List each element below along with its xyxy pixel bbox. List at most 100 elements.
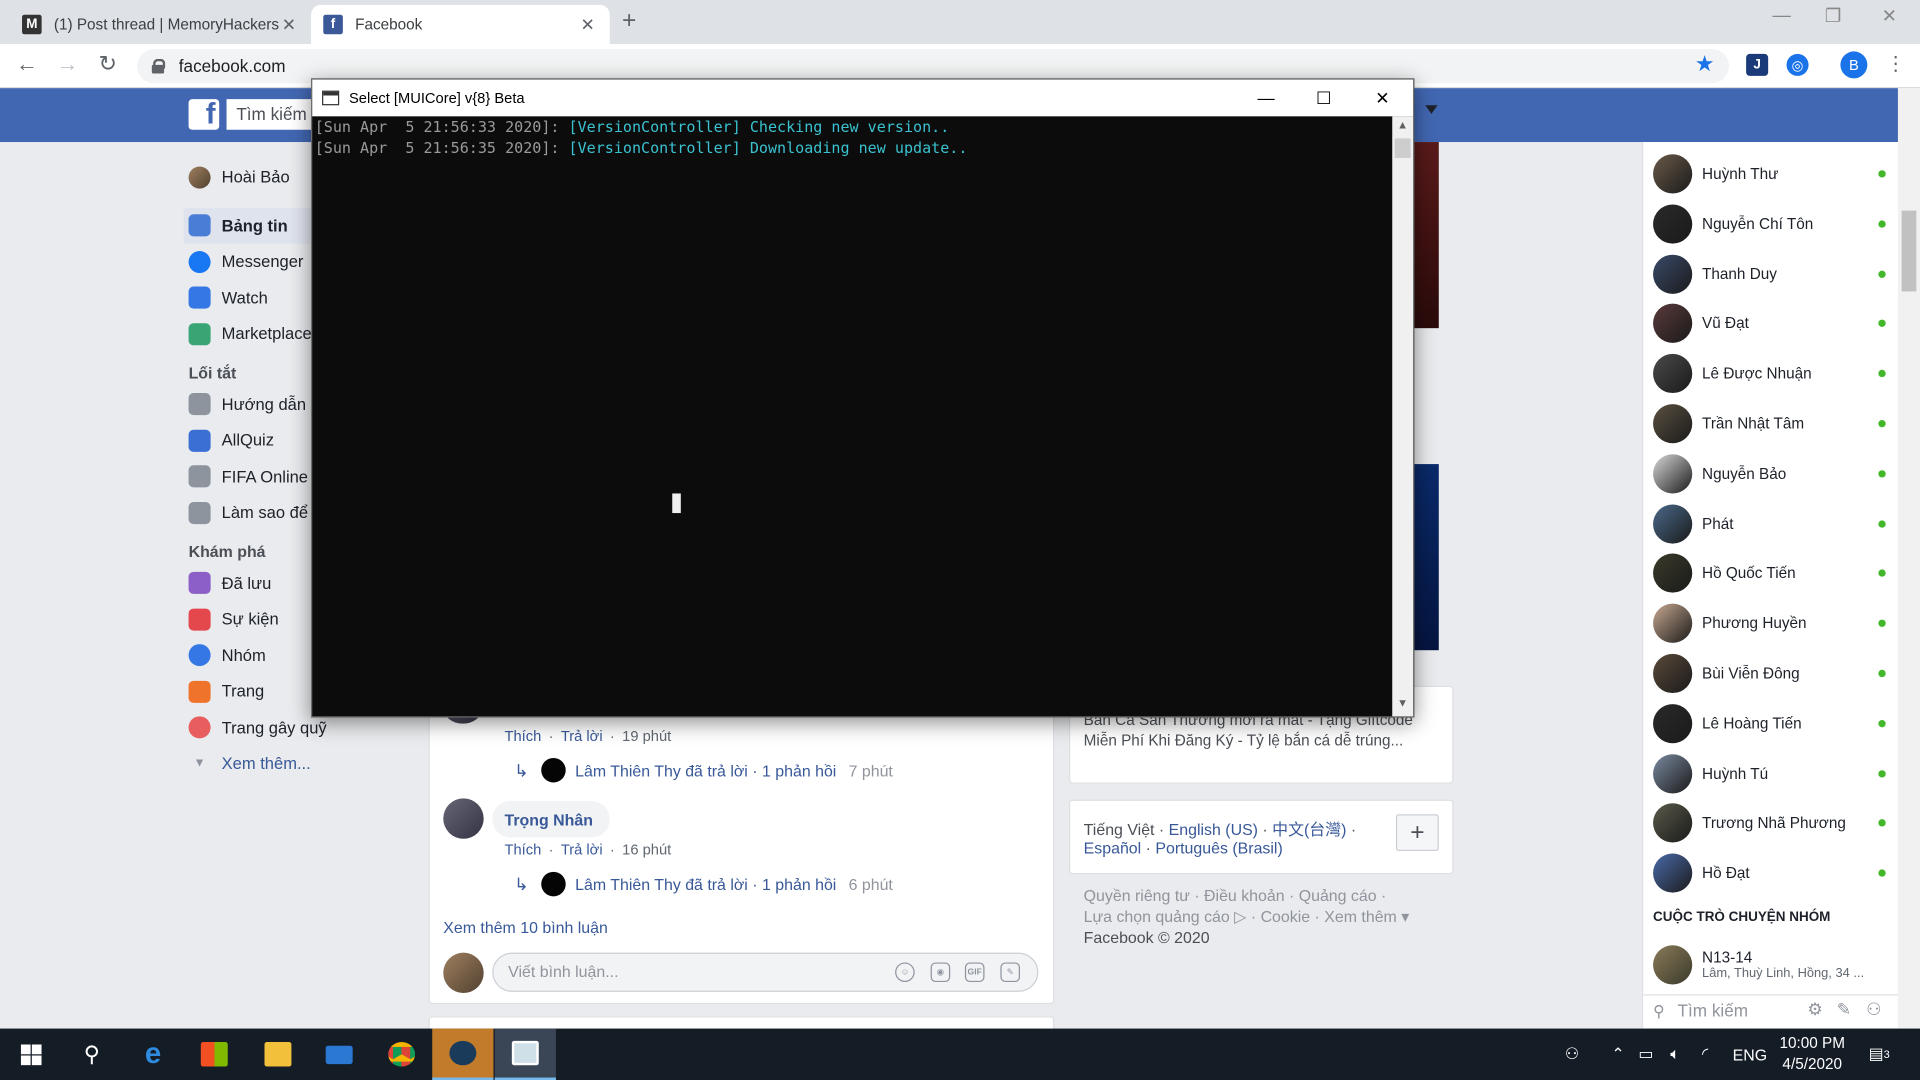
scrollbar-thumb[interactable]	[1901, 210, 1917, 292]
camera-icon[interactable]: ◉	[930, 962, 951, 983]
replies-link[interactable]: ↳ Lâm Thiên Thy đã trả lời · 1 phản hồi …	[514, 871, 893, 897]
emoji-icon[interactable]: ☺	[895, 962, 915, 983]
sticker-icon[interactable]: ✎	[1000, 962, 1021, 983]
commenter-avatar[interactable]	[443, 798, 484, 839]
contact-item[interactable]: Vũ Đạt	[1653, 303, 1886, 345]
contact-item[interactable]: Lê Hoàng Tiến	[1653, 703, 1886, 745]
contact-item[interactable]: Hồ Quốc Tiến	[1653, 553, 1886, 595]
back-arrow-icon[interactable]: ←	[12, 51, 41, 77]
more-comments-link[interactable]: Xem thêm 10 bình luận	[443, 918, 608, 936]
edge-browser-icon[interactable]: e	[122, 1029, 183, 1080]
profile-avatar[interactable]: B	[1840, 51, 1868, 79]
chrome-icon[interactable]	[371, 1029, 432, 1080]
contact-name: Thanh Duy	[1702, 265, 1777, 283]
contact-item[interactable]: Hồ Đạt	[1653, 852, 1886, 894]
mail-icon[interactable]	[309, 1029, 370, 1080]
console-window[interactable]: Select [MUICore] v{8} Beta — ☐ ✕ [Sun Ap…	[311, 78, 1415, 718]
contact-item[interactable]: Nguyễn Bảo	[1653, 453, 1886, 495]
contact-item[interactable]: Nguyễn Chí Tôn	[1653, 203, 1886, 245]
tab-facebook[interactable]: f Facebook ✕	[311, 4, 610, 45]
group-icon	[188, 393, 211, 416]
like-link[interactable]: Thích	[504, 841, 541, 858]
like-link[interactable]: Thích	[504, 727, 541, 744]
gear-icon[interactable]: ⚙	[1807, 999, 1822, 1020]
compose-icon[interactable]: ✎	[1837, 999, 1851, 1020]
chat-search-bar: ⚲ Tìm kiếm ⚙ ✎ ⚇	[1643, 994, 1898, 1029]
people-icon[interactable]: ⚇	[1565, 1029, 1579, 1080]
forward-arrow-icon[interactable]: →	[53, 51, 82, 77]
language-spanish-link[interactable]: Español	[1084, 839, 1142, 857]
new-tab-button[interactable]: +	[622, 7, 636, 35]
contact-item[interactable]: Thanh Duy	[1653, 253, 1886, 295]
console-minimize-button[interactable]: —	[1238, 80, 1294, 117]
comment-input[interactable]: Viết bình luận...	[492, 952, 1039, 992]
console-scroll-thumb[interactable]	[1394, 138, 1411, 158]
tab-close-icon[interactable]: ✕	[279, 14, 299, 35]
extension-search-icon[interactable]: ◎	[1786, 53, 1809, 76]
scroll-down-arrow-icon[interactable]: ▼	[1392, 697, 1413, 709]
contact-item[interactable]: Bùi Viễn Đông	[1653, 653, 1886, 695]
wifi-icon[interactable]: ◜	[1702, 1029, 1708, 1080]
windows-start-icon[interactable]	[0, 1029, 61, 1080]
league-of-legends-icon[interactable]	[432, 1028, 494, 1080]
tray-chevron-icon[interactable]: ⌃	[1611, 1029, 1624, 1080]
add-people-icon[interactable]: ⚇	[1866, 999, 1881, 1020]
comment-author[interactable]: Trọng Nhân	[492, 800, 611, 838]
battery-icon[interactable]: ▭	[1638, 1029, 1653, 1080]
extension-j-icon[interactable]: J	[1746, 53, 1769, 76]
contact-name: Trần Nhật Tâm	[1702, 415, 1805, 433]
replies-text: Lâm Thiên Thy đã trả lời · 1 phản hồi	[575, 874, 837, 894]
replies-link[interactable]: ↳ Lâm Thiên Thy đã trả lời · 1 phản hồi …	[514, 757, 893, 783]
console-titlebar[interactable]: Select [MUICore] v{8} Beta — ☐ ✕	[312, 79, 1414, 117]
notification-center-icon[interactable]: ▤ 3	[1869, 1029, 1890, 1080]
store-icon[interactable]	[184, 1029, 245, 1080]
close-button[interactable]: ✕	[1861, 5, 1917, 27]
language-chinese-link[interactable]: 中文(台灣)	[1272, 820, 1346, 838]
footer-links[interactable]: Quyền riêng tư · Điều khoản · Quảng cáo …	[1084, 887, 1387, 905]
bookmark-star-icon[interactable]: ★	[1695, 51, 1715, 77]
console-scrollbar[interactable]: ▲ ▼	[1392, 116, 1414, 717]
comment-time: 19 phút	[622, 727, 672, 745]
reply-link[interactable]: Trả lời	[561, 727, 603, 744]
footer-links[interactable]: Lựa chọn quảng cáo ▷ · Cookie · Xem thêm…	[1084, 907, 1410, 927]
page-scrollbar[interactable]	[1897, 88, 1920, 1029]
console-taskbar-icon[interactable]	[494, 1028, 556, 1080]
tab-close-icon[interactable]: ✕	[578, 14, 598, 35]
console-maximize-button[interactable]: ☐	[1296, 80, 1352, 117]
console-output[interactable]: [Sun Apr 5 21:56:33 2020]: [VersionContr…	[312, 116, 1392, 716]
file-explorer-icon[interactable]	[247, 1029, 308, 1080]
minimize-button[interactable]: —	[1753, 5, 1809, 26]
chat-search-input[interactable]: Tìm kiếm	[1678, 1000, 1748, 1020]
contact-item[interactable]: Trần Nhật Tâm	[1653, 403, 1886, 445]
language-english-link[interactable]: English (US)	[1169, 820, 1258, 838]
sponsored-image[interactable]	[1414, 464, 1439, 651]
scroll-up-arrow-icon[interactable]: ▲	[1392, 119, 1413, 131]
see-more-link[interactable]: ▼ Xem thêm...	[184, 746, 417, 782]
contact-item[interactable]: Lê Được Nhuận	[1653, 353, 1886, 395]
search-icon[interactable]: ⚲	[61, 1029, 122, 1080]
contact-item[interactable]: Phát	[1653, 503, 1886, 545]
language-portuguese-link[interactable]: Português (Brasil)	[1155, 839, 1282, 857]
contact-item[interactable]: Phương Huyền	[1653, 603, 1886, 645]
reply-link[interactable]: Trả lời	[561, 841, 603, 858]
volume-icon[interactable]: 🔈︎	[1670, 1029, 1680, 1080]
menu-kebab-icon[interactable]: ⋮	[1886, 51, 1906, 75]
reload-icon[interactable]: ↻	[93, 51, 122, 77]
maximize-button[interactable]: ❐	[1805, 5, 1861, 27]
add-language-button[interactable]: +	[1395, 814, 1439, 852]
nav-label: Nhóm	[221, 646, 266, 665]
console-close-button[interactable]: ✕	[1354, 80, 1410, 117]
contact-name: Bùi Viễn Đông	[1702, 664, 1800, 683]
tab-memoryhackers[interactable]: M (1) Post thread | MemoryHackers ✕	[10, 5, 311, 44]
facebook-logo-icon[interactable]: f	[188, 99, 220, 130]
gif-icon[interactable]: GIF	[964, 962, 985, 983]
group-chat-item[interactable]: N13-14 Lâm, Thuỳ Linh, Hồng, 34 ...	[1653, 945, 1864, 985]
contact-avatar	[1653, 703, 1693, 744]
account-menu-caret-icon[interactable]	[1425, 105, 1438, 114]
contact-item[interactable]: Trương Nhã Phương	[1653, 803, 1886, 845]
sponsored-image[interactable]	[1414, 142, 1439, 329]
contact-item[interactable]: Huỳnh Thư	[1653, 153, 1886, 195]
calendar-icon	[188, 608, 211, 631]
contact-item[interactable]: Huỳnh Tú	[1653, 753, 1886, 795]
system-clock[interactable]: 10:00 PM 4/5/2020	[1761, 1033, 1864, 1075]
